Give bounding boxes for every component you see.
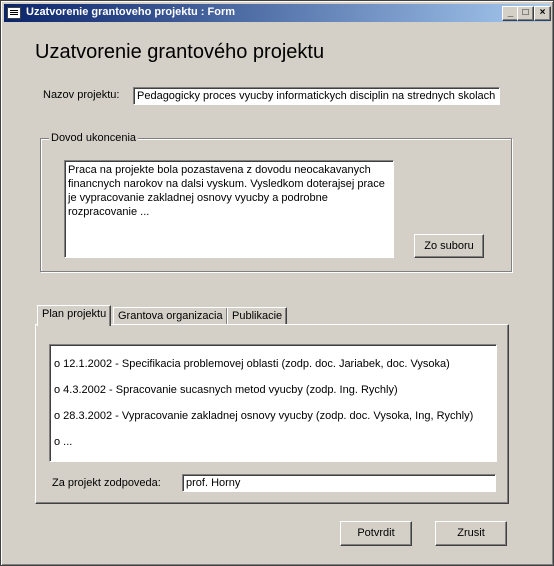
plan-list[interactable]: o 12.1.2002 - Specifikacia problemovej o… <box>49 344 497 462</box>
form-icon <box>7 7 21 19</box>
title-bar[interactable]: Uzatvorenie grantoveho projektu : Form _… <box>4 4 551 22</box>
confirm-button[interactable]: Potvrdit <box>340 521 412 546</box>
tab-plan-projektu[interactable]: Plan projektu <box>37 305 112 326</box>
maximize-button[interactable]: □ <box>517 6 534 21</box>
form-heading: Uzatvorenie grantového projektu <box>35 41 325 63</box>
responsible-label: Za projekt zodpoveda: <box>52 477 161 489</box>
project-name-field[interactable]: Pedagogicky proces vyucby informatickych… <box>133 87 500 105</box>
reason-group-label: Dovod ukoncenia <box>49 132 139 144</box>
close-button[interactable]: × <box>534 6 551 21</box>
project-name-label: Nazov projektu: <box>43 89 120 101</box>
reason-textarea[interactable]: Praca na projekte bola pozastavena z dov… <box>64 160 394 258</box>
responsible-field[interactable]: prof. Horny <box>182 474 496 492</box>
cancel-button[interactable]: Zrusit <box>435 521 507 546</box>
tab-publikacie[interactable]: Publikacie <box>227 307 288 325</box>
form-window: Uzatvorenie grantoveho projektu : Form _… <box>0 0 554 566</box>
list-item[interactable]: o ... <box>54 436 72 448</box>
list-item[interactable]: o 28.3.2002 - Vypracovanie zakladnej osn… <box>54 410 473 422</box>
list-item[interactable]: o 4.3.2002 - Spracovanie sucasnych metod… <box>54 384 398 396</box>
tab-grantova-organizacia[interactable]: Grantova organizacia <box>113 307 228 325</box>
from-file-button[interactable]: Zo suboru <box>414 234 484 258</box>
window-title: Uzatvorenie grantoveho projektu : Form <box>26 6 236 18</box>
list-item[interactable]: o 12.1.2002 - Specifikacia problemovej o… <box>54 358 450 370</box>
